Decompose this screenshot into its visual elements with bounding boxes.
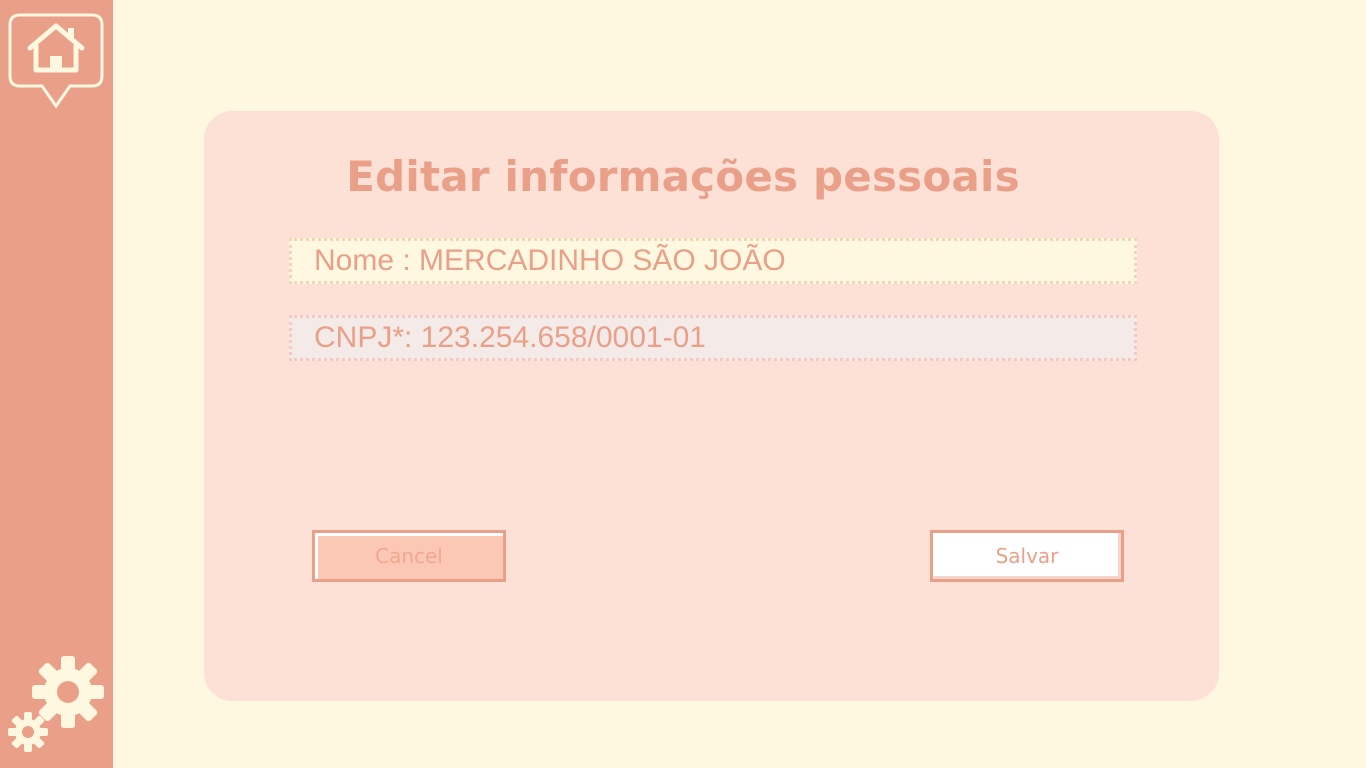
cnpj-field[interactable]: CNPJ*: 123.254.658/0001-01 — [289, 315, 1137, 361]
name-field-value: Nome : MERCADINHO SÃO JOÃO — [314, 244, 786, 277]
save-button[interactable]: Salvar — [930, 530, 1124, 582]
home-button[interactable] — [8, 12, 106, 112]
settings-button[interactable] — [6, 656, 106, 756]
settings-gears-icon — [8, 656, 104, 752]
sidebar — [0, 0, 113, 768]
cancel-button[interactable]: Cancel — [312, 530, 506, 582]
page-title: Editar informações pessoais — [346, 152, 1020, 201]
name-field[interactable]: Nome : MERCADINHO SÃO JOÃO — [289, 238, 1137, 284]
home-icon — [8, 13, 104, 109]
cnpj-field-value: CNPJ*: 123.254.658/0001-01 — [314, 321, 706, 354]
